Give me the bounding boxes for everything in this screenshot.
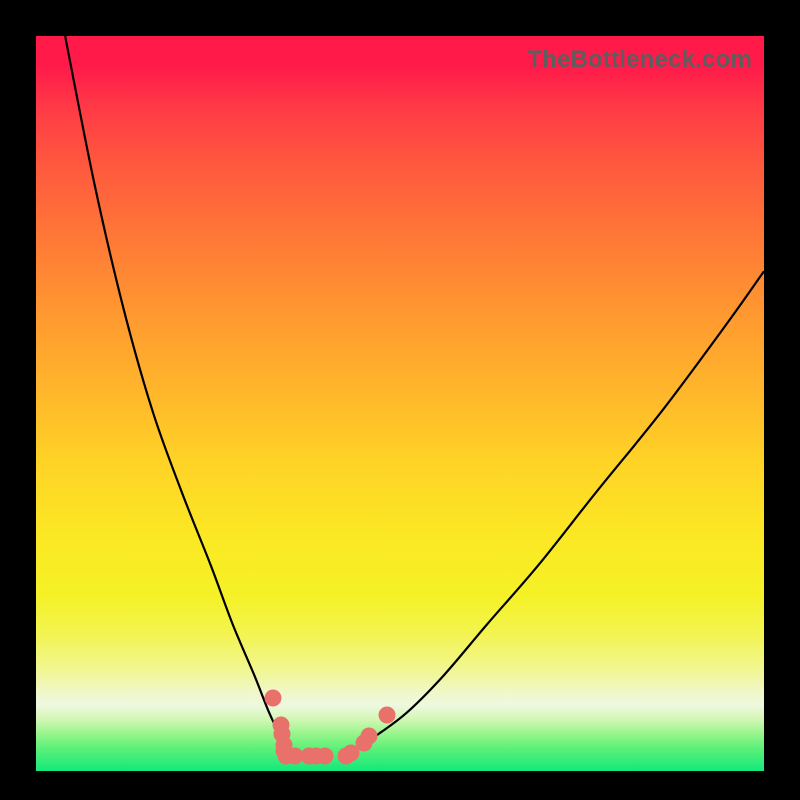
chart-frame: TheBottleneck.com [0,0,800,800]
scatter-dot [317,748,334,765]
right-curve [342,271,764,756]
scatter-dot [361,728,378,745]
plot-area: TheBottleneck.com [36,36,764,771]
left-curve [65,36,309,756]
curve-layer [36,36,764,771]
scatter-dot [378,707,395,724]
scatter-dot [264,689,281,706]
